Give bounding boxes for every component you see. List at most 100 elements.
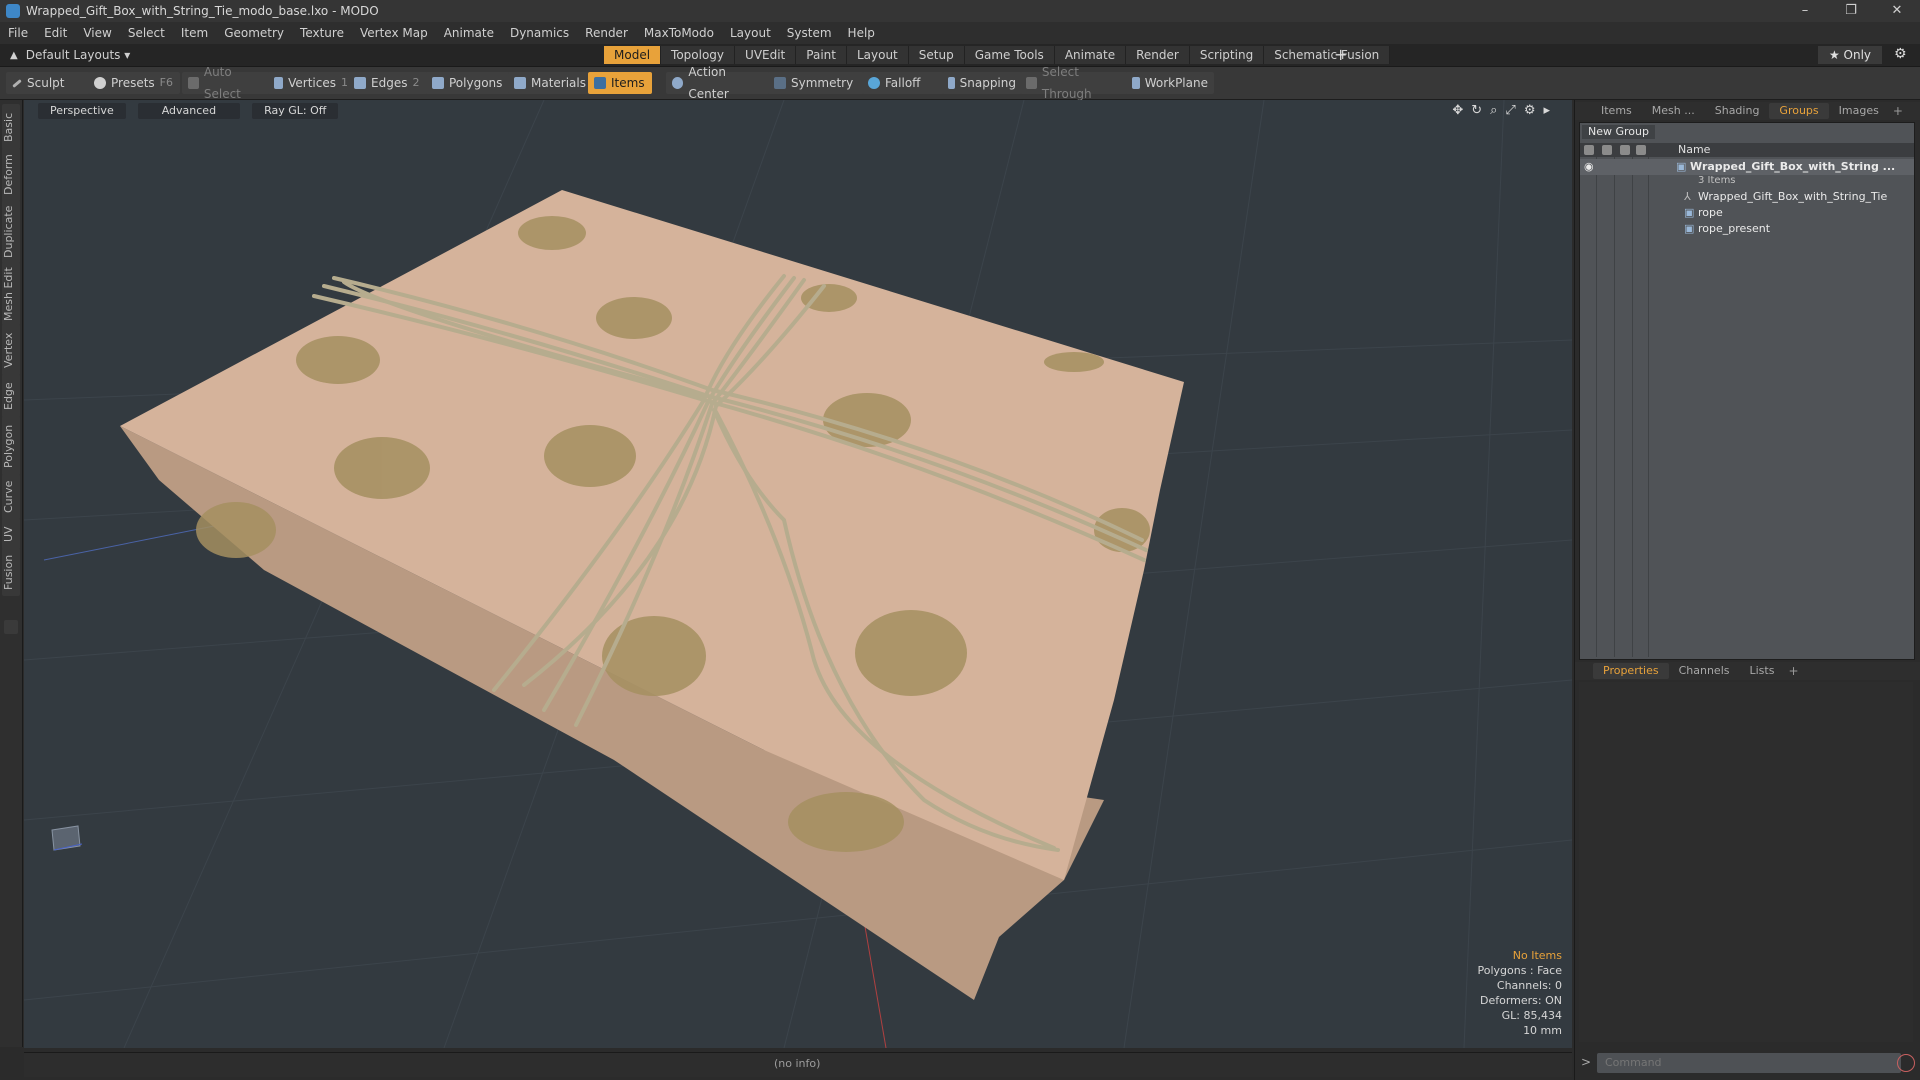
snapping-button[interactable]: Snapping <box>942 72 1022 94</box>
only-toggle[interactable]: ★ Only <box>1818 46 1882 64</box>
tab-schematic-fusion[interactable]: Schematic Fusion <box>1264 46 1391 64</box>
hud-deformers: Deformers: ON <box>1480 994 1562 1007</box>
close-button[interactable]: ✕ <box>1874 0 1920 22</box>
lock-column-icon[interactable] <box>1620 145 1630 155</box>
menu-select[interactable]: Select <box>120 22 173 44</box>
menu-edit[interactable]: Edit <box>36 22 75 44</box>
menu-layout[interactable]: Layout <box>722 22 779 44</box>
tree-item[interactable]: ▣ rope <box>1580 205 1914 221</box>
tab-channels[interactable]: Channels <box>1669 663 1740 679</box>
add-panel-tab-button[interactable]: + <box>1889 104 1907 118</box>
viewport-menu-icon[interactable]: ▸ <box>1543 103 1550 118</box>
hud-scale: 10 mm <box>1523 1024 1562 1037</box>
presets-shortcut: F6 <box>159 76 173 89</box>
tab-model[interactable]: Model <box>604 46 662 64</box>
select-through-button[interactable]: Select Through <box>1020 65 1130 101</box>
vtab-uv[interactable]: UV <box>2 518 20 550</box>
command-input[interactable] <box>1597 1053 1901 1073</box>
viewport-nav-tools: ✥ ↻ ⌕ ⤢ ⚙ ▸ <box>1452 103 1550 118</box>
vtab-deform[interactable]: Deform <box>2 148 20 202</box>
tab-lists[interactable]: Lists <box>1740 663 1785 679</box>
window-title: Wrapped_Gift_Box_with_String_Tie_modo_ba… <box>26 4 379 18</box>
action-center-button[interactable]: Action Center <box>666 65 772 101</box>
tab-groups[interactable]: Groups <box>1769 103 1829 119</box>
menu-vertex-map[interactable]: Vertex Map <box>352 22 436 44</box>
vtab-mesh-edit[interactable]: Mesh Edit <box>2 262 20 326</box>
maximize-view-icon[interactable]: ⤢ <box>1505 103 1515 118</box>
menu-maxtomodo[interactable]: MaxToModo <box>636 22 722 44</box>
vertices-label: Vertices <box>288 76 336 90</box>
visibility-column-icon[interactable] <box>1584 145 1594 155</box>
tab-render[interactable]: Render <box>1126 46 1190 64</box>
tab-items[interactable]: Items <box>1575 103 1642 119</box>
layout-arrow-icon: ▲ <box>10 49 18 61</box>
vertices-button[interactable]: Vertices 1 <box>268 72 354 94</box>
auto-select-button[interactable]: Auto Select <box>182 65 272 101</box>
gear-icon[interactable]: ⚙ <box>1894 46 1907 62</box>
menu-system[interactable]: System <box>779 22 840 44</box>
tab-images[interactable]: Images <box>1829 103 1889 119</box>
restore-button[interactable]: ❐ <box>1828 0 1874 22</box>
properties-panel <box>1579 682 1913 1042</box>
bottom-panel-tabs: Properties Channels Lists + <box>1575 662 1920 680</box>
tree-item[interactable]: ▣ rope_present <box>1580 221 1914 237</box>
layout-selector[interactable]: ▲ Default Layouts ▾ <box>10 44 130 66</box>
polygons-button[interactable]: Polygons <box>426 72 512 94</box>
menu-help[interactable]: Help <box>840 22 883 44</box>
panel-toggle-button[interactable] <box>4 620 18 634</box>
falloff-icon <box>868 77 880 89</box>
edges-button[interactable]: Edges 2 <box>348 72 430 94</box>
vtab-curve[interactable]: Curve <box>2 474 20 520</box>
menu-item[interactable]: Item <box>173 22 216 44</box>
tab-paint[interactable]: Paint <box>796 46 847 64</box>
items-button[interactable]: Items <box>588 72 652 94</box>
move-view-icon[interactable]: ✥ <box>1452 103 1463 118</box>
tab-properties[interactable]: Properties <box>1593 663 1669 679</box>
rotate-view-icon[interactable]: ↻ <box>1471 103 1482 118</box>
viewport-settings-icon[interactable]: ⚙ <box>1524 103 1536 118</box>
minimize-button[interactable]: – <box>1782 0 1828 22</box>
tab-shading[interactable]: Shading <box>1705 103 1770 119</box>
zoom-view-icon[interactable]: ⌕ <box>1490 103 1497 118</box>
command-history-button[interactable] <box>1897 1054 1915 1072</box>
3d-viewport[interactable]: Perspective Advanced Ray GL: Off ✥ ↻ ⌕ ⤢… <box>24 100 1572 1048</box>
vertices-shortcut: 1 <box>341 76 348 89</box>
locator-icon: ⅄ <box>1684 190 1691 203</box>
sculpt-button[interactable]: Sculpt <box>6 72 90 94</box>
menu-geometry[interactable]: Geometry <box>216 22 292 44</box>
presets-button[interactable]: Presets F6 <box>88 72 180 94</box>
symmetry-label: Symmetry <box>791 76 854 90</box>
menu-view[interactable]: View <box>75 22 119 44</box>
new-group-button[interactable]: New Group <box>1582 125 1655 139</box>
workplane-button[interactable]: WorkPlane <box>1126 72 1214 94</box>
view-type-perspective[interactable]: Perspective <box>38 103 126 119</box>
vtab-duplicate[interactable]: Duplicate <box>2 200 20 264</box>
tab-scripting[interactable]: Scripting <box>1189 46 1265 64</box>
add-panel-tab-button[interactable]: + <box>1784 664 1802 678</box>
symmetry-button[interactable]: Symmetry <box>768 72 864 94</box>
raygl-toggle[interactable]: Ray GL: Off <box>252 103 339 119</box>
shading-mode-advanced[interactable]: Advanced <box>137 103 241 119</box>
materials-button[interactable]: Materials <box>508 72 592 94</box>
select-column-icon[interactable] <box>1636 145 1646 155</box>
vtab-polygon[interactable]: Polygon <box>2 416 20 476</box>
menu-dynamics[interactable]: Dynamics <box>502 22 577 44</box>
menu-file[interactable]: File <box>0 22 36 44</box>
menu-animate[interactable]: Animate <box>436 22 502 44</box>
add-tab-button[interactable]: + <box>1334 45 1347 65</box>
left-tool-tabs: Basic Deform Duplicate Mesh Edit Vertex … <box>0 100 23 1047</box>
tab-setup[interactable]: Setup <box>908 46 965 64</box>
vtab-basic[interactable]: Basic <box>2 104 20 150</box>
falloff-button[interactable]: Falloff <box>862 72 944 94</box>
tree-item[interactable]: ⅄ Wrapped_Gift_Box_with_String_Tie <box>1580 189 1914 205</box>
vtab-vertex[interactable]: Vertex <box>2 324 20 376</box>
name-column-header[interactable]: Name <box>1678 143 1710 157</box>
vtab-fusion[interactable]: Fusion <box>2 548 20 596</box>
layout-tab-row: ▲ Default Layouts ▾ Model Topology UVEdi… <box>0 44 1920 67</box>
vtab-edge[interactable]: Edge <box>2 374 20 418</box>
menu-render[interactable]: Render <box>577 22 636 44</box>
menu-texture[interactable]: Texture <box>292 22 352 44</box>
tab-mesh[interactable]: Mesh ... <box>1642 103 1705 119</box>
render-column-icon[interactable] <box>1602 145 1612 155</box>
tab-layout[interactable]: Layout <box>846 46 909 64</box>
